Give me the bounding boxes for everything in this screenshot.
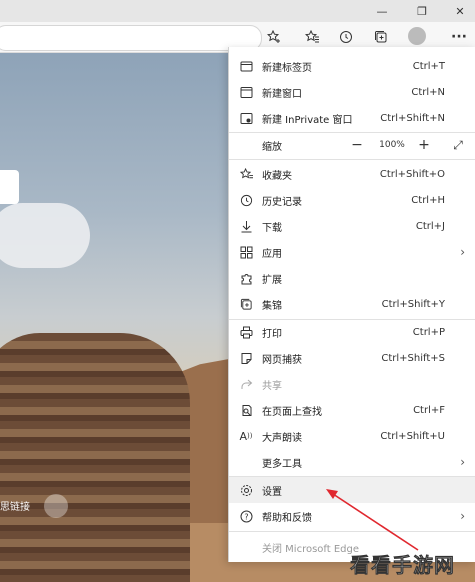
read-aloud-icon: A)) <box>239 429 253 443</box>
menu-item-zoom: 缩放 − 100% + ⤢ <box>229 132 475 158</box>
download-icon <box>238 218 254 234</box>
gear-icon <box>238 482 254 498</box>
menu-item-shortcut: Ctrl+Shift+N <box>380 112 445 124</box>
menu-item-shortcut: Ctrl+Shift+S <box>381 352 445 364</box>
help-icon: ? <box>238 508 254 524</box>
menu-item-shortcut: Ctrl+J <box>415 220 445 232</box>
menu-item-read-aloud[interactable]: A)) 大声朗读 Ctrl+Shift+U <box>229 423 475 449</box>
minimize-button[interactable]: — <box>362 0 402 22</box>
menu-item-label: 扩展 <box>262 274 282 286</box>
search-box-edge[interactable] <box>0 170 19 204</box>
address-bar[interactable] <box>0 25 262 51</box>
menu-divider <box>229 159 475 160</box>
favorites-icon <box>238 166 254 182</box>
menu-item-help-feedback[interactable]: ? 帮助和反馈 › <box>229 503 475 529</box>
menu-item-label: 关闭 Microsoft Edge <box>262 543 360 555</box>
menu-divider <box>229 531 475 532</box>
menu-item-shortcut: Ctrl+F <box>413 404 445 416</box>
avatar[interactable] <box>408 27 426 45</box>
menu-item-label: 缩放 <box>262 141 282 153</box>
new-window-icon <box>238 84 254 100</box>
fullscreen-icon[interactable]: ⤢ <box>446 133 470 157</box>
menu-item-label: 收藏夹 <box>262 170 292 182</box>
collections-icon[interactable] <box>370 26 392 48</box>
image-link-text[interactable]: 思链接 <box>0 498 30 513</box>
chevron-right-icon: › <box>460 245 465 259</box>
printer-icon <box>238 324 254 340</box>
history-icon <box>238 192 254 208</box>
web-capture-icon <box>238 350 254 366</box>
menu-item-shortcut: Ctrl+Shift+Y <box>381 298 445 310</box>
favorites-icon[interactable] <box>301 26 323 48</box>
share-icon <box>238 376 254 392</box>
menu-item-label: 打印 <box>262 328 282 340</box>
zoom-in-button[interactable]: + <box>412 133 436 157</box>
svg-text:?: ? <box>244 512 248 521</box>
menu-item-collections[interactable]: 集锦 Ctrl+Shift+Y <box>229 291 475 317</box>
new-tab-icon <box>238 58 254 74</box>
menu-item-extensions[interactable]: 扩展 <box>229 265 475 291</box>
menu-item-shortcut: Ctrl+Shift+U <box>380 430 445 442</box>
menu-item-shortcut: Ctrl+N <box>411 86 445 98</box>
menu-item-share: 共享 <box>229 371 475 397</box>
settings-and-more-menu: 新建标签页 Ctrl+T 新建窗口 Ctrl+N 新建 InPrivate 窗口… <box>228 47 475 562</box>
menu-item-label: 应用 <box>262 248 282 260</box>
menu-item-label: 共享 <box>262 380 282 392</box>
menu-item-label: 设置 <box>262 486 282 498</box>
chevron-right-icon: › <box>460 455 465 469</box>
star-add-icon[interactable] <box>263 26 285 48</box>
menu-item-new-tab[interactable]: 新建标签页 Ctrl+T <box>229 53 475 79</box>
zoom-out-button[interactable]: − <box>345 133 369 157</box>
history-icon[interactable] <box>335 26 357 48</box>
menu-item-print[interactable]: 打印 Ctrl+P <box>229 319 475 345</box>
chevron-right-icon: › <box>460 509 465 523</box>
apps-icon <box>238 244 254 260</box>
menu-item-label: 新建窗口 <box>262 88 302 100</box>
menu-item-shortcut: Ctrl+H <box>411 194 445 206</box>
more-options-button[interactable]: ··· <box>446 26 472 48</box>
menu-item-web-capture[interactable]: 网页捕获 Ctrl+Shift+S <box>229 345 475 371</box>
image-info-button[interactable] <box>44 494 68 518</box>
menu-item-more-tools[interactable]: 更多工具 › <box>229 449 475 475</box>
zoom-level: 100% <box>379 140 405 150</box>
menu-item-label: 大声朗读 <box>262 432 302 444</box>
menu-item-apps[interactable]: 应用 › <box>229 239 475 265</box>
menu-item-new-inprivate[interactable]: 新建 InPrivate 窗口 Ctrl+Shift+N <box>229 105 475 131</box>
menu-item-downloads[interactable]: 下载 Ctrl+J <box>229 213 475 239</box>
menu-item-favorites[interactable]: 收藏夹 Ctrl+Shift+O <box>229 161 475 187</box>
close-button[interactable]: ✕ <box>440 0 475 22</box>
puzzle-icon <box>238 270 254 286</box>
menu-item-history[interactable]: 历史记录 Ctrl+H <box>229 187 475 213</box>
menu-item-shortcut: Ctrl+T <box>412 60 445 72</box>
stone-cairn-image <box>0 333 190 582</box>
menu-item-label: 集锦 <box>262 300 282 312</box>
menu-item-shortcut: Ctrl+P <box>412 326 445 338</box>
menu-item-label: 下载 <box>262 222 282 234</box>
restore-button[interactable]: ❐ <box>402 0 442 22</box>
title-bar: — ❐ ✕ <box>0 0 475 22</box>
menu-item-shortcut: Ctrl+Shift+O <box>379 168 445 180</box>
menu-item-label: 帮助和反馈 <box>262 512 312 524</box>
menu-item-new-window[interactable]: 新建窗口 Ctrl+N <box>229 79 475 105</box>
collections-icon <box>238 296 254 312</box>
menu-item-find-on-page[interactable]: 在页面上查找 Ctrl+F <box>229 397 475 423</box>
menu-item-settings[interactable]: 设置 <box>229 477 475 503</box>
cloud-image <box>0 203 90 268</box>
menu-item-label: 新建标签页 <box>262 62 312 74</box>
menu-item-label: 新建 InPrivate 窗口 <box>262 114 353 126</box>
menu-item-label: 在页面上查找 <box>262 406 322 418</box>
menu-item-label: 更多工具 <box>262 458 302 470</box>
watermark-text: 看看手游网 <box>350 552 455 577</box>
inprivate-window-icon <box>238 110 254 126</box>
menu-item-label: 历史记录 <box>262 196 302 208</box>
find-on-page-icon <box>238 402 254 418</box>
menu-item-label: 网页捕获 <box>262 354 302 366</box>
